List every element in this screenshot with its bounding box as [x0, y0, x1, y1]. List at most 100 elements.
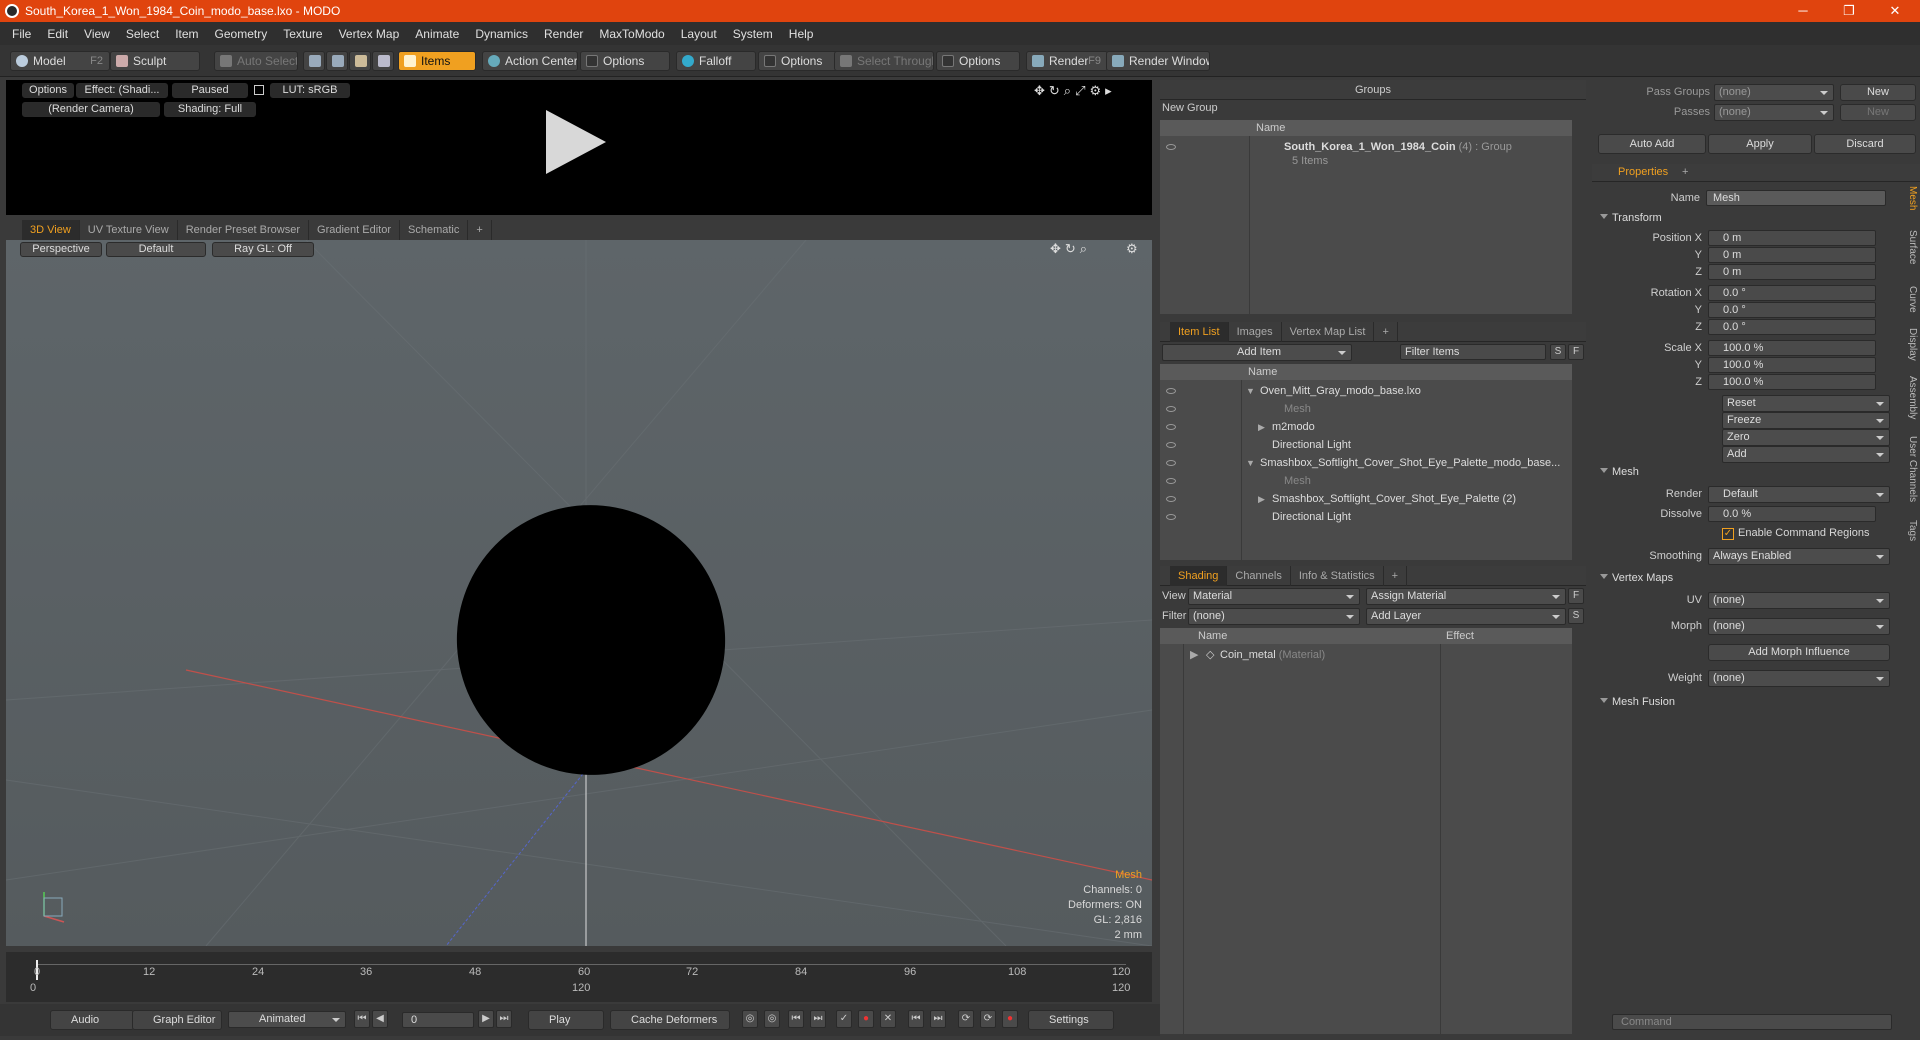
- item-row[interactable]: ▼ Smashbox_Softlight_Cover_Shot_Eye_Palet…: [1160, 454, 1572, 472]
- transform-section[interactable]: Transform: [1600, 212, 1662, 224]
- eye-icon[interactable]: [1166, 496, 1176, 502]
- vertices-mode-button[interactable]: [303, 51, 325, 71]
- add-tab-button[interactable]: +: [1682, 166, 1688, 178]
- rotation-x-field[interactable]: 0.0 °: [1708, 285, 1876, 301]
- side-tab-tags[interactable]: Tags: [1904, 520, 1918, 541]
- item-row[interactable]: Mesh: [1160, 400, 1572, 418]
- material-row[interactable]: ▶ ◇ Coin_metal (Material): [1160, 646, 1572, 664]
- item-row[interactable]: Directional Light: [1160, 508, 1572, 526]
- filter-f-button[interactable]: F: [1568, 344, 1584, 360]
- viewport-settings-gear-icon[interactable]: ⚙: [1126, 241, 1138, 257]
- tab-uv-texture-view[interactable]: UV Texture View: [80, 220, 178, 240]
- eye-icon[interactable]: [1166, 144, 1176, 150]
- key-icon[interactable]: ◎: [742, 1010, 758, 1028]
- polygons-mode-button[interactable]: [349, 51, 371, 71]
- preview-effect-dropdown[interactable]: Effect: (Shadi...: [76, 83, 168, 98]
- tab-shading[interactable]: Shading: [1170, 566, 1228, 586]
- side-tab-surface[interactable]: Surface: [1904, 230, 1918, 264]
- expand-arrow-icon[interactable]: ▶: [1258, 490, 1265, 508]
- animated-dropdown[interactable]: Animated: [228, 1011, 346, 1028]
- play-icon[interactable]: [546, 110, 606, 174]
- auto-key-icon[interactable]: ◎: [764, 1010, 780, 1028]
- menu-system[interactable]: System: [725, 27, 781, 41]
- position-y-field[interactable]: 0 m: [1708, 247, 1876, 263]
- morph-dropdown[interactable]: (none): [1708, 618, 1890, 635]
- tab-vertex-map-list[interactable]: Vertex Map List: [1282, 322, 1375, 342]
- side-tab-mesh[interactable]: Mesh: [1904, 186, 1918, 210]
- rotation-y-field[interactable]: 0.0 °: [1708, 302, 1876, 318]
- new-pass-button[interactable]: New: [1840, 104, 1916, 121]
- render-camera-dropdown[interactable]: (Render Camera): [22, 102, 160, 117]
- next-key-icon[interactable]: ⏭: [810, 1010, 826, 1028]
- preview-options-button[interactable]: Options: [22, 83, 74, 98]
- shading-f-button[interactable]: F: [1568, 588, 1584, 604]
- item-row[interactable]: Directional Light: [1160, 436, 1572, 454]
- menu-view[interactable]: View: [76, 27, 118, 41]
- cache-clear-icon[interactable]: ⟳: [980, 1010, 996, 1028]
- preview-view-controls-icon[interactable]: ✥↻⌕⤢⚙▸: [1034, 83, 1116, 99]
- eye-icon[interactable]: [1166, 442, 1176, 448]
- viewport-nav-controls-icon[interactable]: ✥↻⌕: [1050, 241, 1091, 257]
- name-input[interactable]: Mesh: [1706, 190, 1886, 206]
- preview-paused-button[interactable]: Paused: [172, 83, 248, 98]
- items-mode-button[interactable]: Items: [398, 51, 476, 71]
- select-through-button[interactable]: Select Through: [834, 51, 934, 71]
- set-key-icon[interactable]: ✓: [836, 1010, 852, 1028]
- rotation-z-field[interactable]: 0.0 °: [1708, 319, 1876, 335]
- eye-icon[interactable]: [1166, 460, 1176, 466]
- menu-render[interactable]: Render: [536, 27, 591, 41]
- next-frame-button[interactable]: ▶: [478, 1010, 494, 1028]
- render-button[interactable]: Render F9: [1026, 51, 1108, 71]
- cache-record-icon[interactable]: ●: [1002, 1010, 1018, 1028]
- vertex-maps-section[interactable]: Vertex Maps: [1600, 572, 1673, 584]
- scale-z-field[interactable]: 100.0 %: [1708, 374, 1876, 390]
- shading-view-dropdown[interactable]: Material: [1188, 588, 1360, 605]
- discard-button[interactable]: Discard: [1814, 134, 1916, 154]
- auto-add-button[interactable]: Auto Add: [1598, 134, 1706, 154]
- shading-dropdown[interactable]: Shading: Full: [164, 102, 256, 117]
- tab-channels[interactable]: Channels: [1227, 566, 1291, 586]
- assign-material-dropdown[interactable]: Assign Material: [1366, 588, 1566, 605]
- delete-key-icon[interactable]: ✕: [880, 1010, 896, 1028]
- add-item-dropdown[interactable]: Add Item: [1162, 344, 1352, 361]
- timeline[interactable]: 0 12 24 36 48 60 72 84 96 108 120 0 120 …: [6, 952, 1152, 1002]
- side-tab-display[interactable]: Display: [1904, 328, 1918, 361]
- raygl-dropdown[interactable]: Ray GL: Off: [212, 242, 314, 257]
- materials-mode-button[interactable]: [372, 51, 394, 71]
- menu-animate[interactable]: Animate: [407, 27, 467, 41]
- lock-icon[interactable]: [254, 85, 264, 95]
- item-row[interactable]: ▶ Smashbox_Softlight_Cover_Shot_Eye_Palet…: [1160, 490, 1572, 508]
- smoothing-dropdown[interactable]: Always Enabled: [1708, 548, 1890, 565]
- tab-info-statistics[interactable]: Info & Statistics: [1291, 566, 1384, 586]
- edges-mode-button[interactable]: [326, 51, 348, 71]
- minimize-button[interactable]: ─: [1780, 0, 1826, 22]
- enable-command-regions-checkbox[interactable]: ✓: [1722, 528, 1734, 540]
- auto-select-button[interactable]: Auto Select: [214, 51, 298, 71]
- item-row[interactable]: Mesh: [1160, 472, 1572, 490]
- shading-s-button[interactable]: S: [1568, 608, 1584, 624]
- menu-select[interactable]: Select: [118, 27, 167, 41]
- freeze-dropdown[interactable]: Freeze: [1722, 412, 1890, 429]
- shading-default-dropdown[interactable]: Default: [106, 242, 206, 257]
- goto-start-button[interactable]: ⏮: [354, 1010, 370, 1028]
- uv-dropdown[interactable]: (none): [1708, 592, 1890, 609]
- reset-dropdown[interactable]: Reset: [1722, 395, 1890, 412]
- menu-layout[interactable]: Layout: [673, 27, 725, 41]
- passes-dropdown[interactable]: (none): [1714, 104, 1834, 121]
- goto-end-button[interactable]: ⏭: [496, 1010, 512, 1028]
- play-button[interactable]: Play: [528, 1010, 604, 1030]
- menu-edit[interactable]: Edit: [39, 27, 76, 41]
- tab-render-preset-browser[interactable]: Render Preset Browser: [178, 220, 310, 240]
- eye-icon[interactable]: [1166, 478, 1176, 484]
- tab-3d-view[interactable]: 3D View: [22, 220, 80, 240]
- tab-item-list[interactable]: Item List: [1170, 322, 1229, 342]
- position-z-field[interactable]: 0 m: [1708, 264, 1876, 280]
- audio-button[interactable]: Audio: [50, 1010, 134, 1030]
- close-button[interactable]: ✕: [1872, 0, 1918, 22]
- expand-arrow-icon[interactable]: ▶: [1190, 646, 1198, 664]
- position-x-field[interactable]: 0 m: [1708, 230, 1876, 246]
- add-tab-button[interactable]: +: [468, 220, 492, 240]
- weight-dropdown[interactable]: (none): [1708, 670, 1890, 687]
- coin-mesh[interactable]: [419, 467, 763, 812]
- graph-editor-button[interactable]: Graph Editor: [132, 1010, 222, 1030]
